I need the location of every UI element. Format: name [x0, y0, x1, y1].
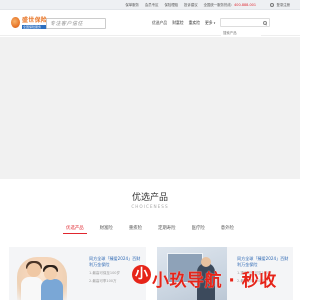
family-photo — [17, 257, 67, 300]
photo-figure — [41, 279, 63, 300]
nav-item-featured[interactable]: 优选产品 — [152, 20, 167, 26]
top-link-policy-service[interactable]: 保单服务 — [125, 2, 139, 7]
hotline-label: 全国统一服务热线：400-888-001 — [204, 2, 256, 7]
search-button[interactable] — [260, 19, 269, 27]
hotline-label-text: 全国统一服务热线： — [203, 3, 235, 7]
watermark-text: 小玖导航 · 秒收 — [152, 271, 277, 291]
tab-wealth[interactable]: 财富险 — [97, 223, 116, 234]
photo-figure — [44, 267, 57, 280]
chevron-down-icon: ▾ — [213, 21, 216, 25]
section-title: 优选产品 — [131, 193, 168, 203]
logo-brand-text: 盛世保险 — [22, 17, 48, 24]
tab-featured[interactable]: 优选产品 — [63, 223, 87, 234]
top-links: 保单服务 会员专区 保险理赔 投诉建议 全国统一服务热线：400-888-001 — [125, 2, 256, 7]
nav-item-wealth[interactable]: 财富险 — [172, 20, 183, 26]
photo-figure — [27, 263, 41, 277]
product-card[interactable]: 同方全球「臻爱2024」百财利万金保险 1.最高可保至100岁 2.最高可享10… — [9, 247, 146, 300]
tab-critical-illness[interactable]: 重疾险 — [126, 223, 145, 234]
account-label: 登录注册 — [276, 3, 290, 7]
product-card-title[interactable]: 同方全球「臻爱2024」百财利万金保险 — [89, 256, 141, 268]
slogan-banner: 专注客户信任 — [46, 18, 106, 29]
nav-item-critical-illness[interactable]: 重疾险 — [189, 20, 200, 26]
photo-figure — [21, 277, 43, 300]
top-utility-bar: 保单服务 会员专区 保险理赔 投诉建议 全国统一服务热线：400-888-001… — [0, 0, 300, 10]
user-icon — [270, 2, 275, 7]
tab-accident[interactable]: 意外险 — [218, 223, 237, 234]
watermark-logo: 小 — [132, 265, 151, 284]
hero-banner-area — [0, 37, 300, 179]
nav-more-label: 更多 — [204, 20, 213, 25]
top-link-claims[interactable]: 保险理赔 — [164, 2, 178, 7]
main-nav: 优选产品 财富险 重疾险 更多 ▾ — [152, 20, 215, 26]
site-header: 盛世保险 全国保险服务 专注客户信任 优选产品 财富险 重疾险 更多 ▾ — [0, 10, 300, 37]
hotline-number: 400-888-001 — [234, 3, 256, 7]
search-icon — [262, 21, 267, 25]
tab-medical[interactable]: 医疗险 — [189, 223, 208, 234]
top-link-member-zone[interactable]: 会员专区 — [145, 2, 159, 7]
search-input[interactable] — [221, 29, 261, 37]
section-subtitle: CHOICENESS — [131, 204, 169, 209]
account-link[interactable]: 登录注册 — [270, 2, 290, 7]
flame-logo-icon — [11, 16, 20, 28]
site-logo[interactable]: 盛世保险 全国保险服务 — [11, 15, 48, 29]
nav-item-more[interactable]: 更多 ▾ — [205, 20, 215, 26]
product-tabs: 优选产品 财富险 重疾险 定期寿险 医疗险 意外险 — [0, 223, 300, 234]
top-link-feedback[interactable]: 投诉建议 — [184, 2, 198, 7]
tab-term-life[interactable]: 定期寿险 — [155, 223, 179, 234]
logo-sub-text: 全国保险服务 — [22, 25, 48, 29]
search-box — [220, 18, 270, 37]
